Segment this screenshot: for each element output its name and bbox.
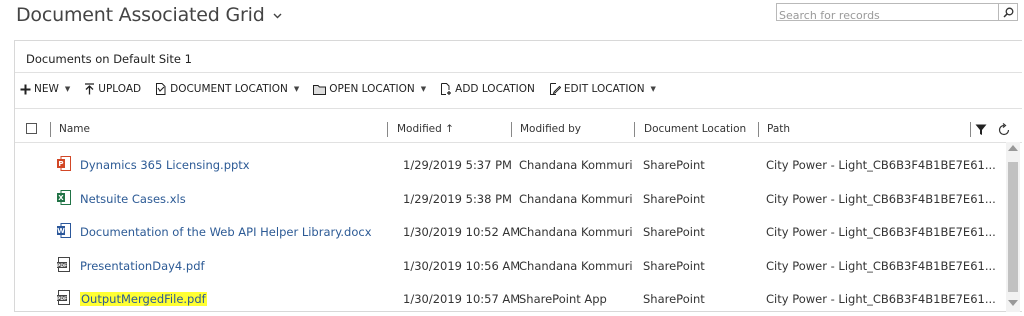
divider <box>15 72 1022 73</box>
open-location-button[interactable]: OPEN LOCATION ▼ <box>313 83 426 95</box>
upload-icon <box>84 83 95 95</box>
svg-text:W: W <box>57 227 65 235</box>
dropdown-arrow-icon: ▼ <box>420 85 427 93</box>
upload-button[interactable]: UPLOAD <box>84 83 141 95</box>
word-file-icon: W <box>57 223 71 241</box>
modified-cell: 1/29/2019 5:37 PM <box>403 158 512 172</box>
refresh-icon[interactable] <box>997 123 1011 140</box>
modified-by-cell: Chandana Kommuri <box>519 158 633 172</box>
document-location-cell: SharePoint <box>643 259 705 273</box>
dropdown-arrow-icon: ▼ <box>293 85 300 93</box>
column-divider <box>50 122 51 137</box>
file-name-link[interactable]: PresentationDay4.pdf <box>80 259 205 273</box>
column-divider[interactable] <box>634 122 635 137</box>
upload-button-label: UPLOAD <box>98 83 142 95</box>
table-row[interactable]: W Documentation of the Web API Helper Li… <box>15 214 1005 247</box>
svg-text:P: P <box>58 160 63 168</box>
select-all-checkbox[interactable] <box>26 123 37 134</box>
table-row[interactable]: PDF OutputMergedFile.pdf 1/30/2019 10:57… <box>15 281 1005 314</box>
grid-header: Name Modified ↑ Modified by Document Loc… <box>15 118 1022 142</box>
file-name-link[interactable]: OutputMergedFile.pdf <box>80 292 207 306</box>
pdf-file-icon: PDF <box>57 257 71 275</box>
document-location-cell: SharePoint <box>643 225 705 239</box>
modified-by-cell: SharePoint App <box>519 292 607 306</box>
column-header-modified[interactable]: Modified ↑ <box>397 123 454 135</box>
file-name-link[interactable]: Documentation of the Web API Helper Libr… <box>80 225 372 239</box>
scroll-up-arrow-icon[interactable] <box>1008 145 1018 151</box>
edit-location-label: EDIT LOCATION <box>563 83 645 95</box>
add-location-button[interactable]: ADD LOCATION <box>440 83 535 95</box>
command-bar: NEW ▼ UPLOAD DOCUMENT LOCATION ▼ OPEN LO… <box>20 79 670 99</box>
pdf-file-icon: PDF <box>57 290 71 308</box>
scroll-down-arrow-icon[interactable] <box>1008 300 1018 306</box>
search-icon[interactable] <box>998 4 1017 20</box>
column-header-modified-by[interactable]: Modified by <box>520 123 581 135</box>
column-header-path[interactable]: Path <box>767 123 790 135</box>
modified-cell: 1/30/2019 10:57 AM <box>403 292 521 306</box>
plus-icon <box>20 84 31 95</box>
add-document-icon <box>440 83 452 95</box>
column-header-document-location[interactable]: Document Location <box>644 123 746 135</box>
file-name-link[interactable]: Dynamics 365 Licensing.pptx <box>80 158 250 172</box>
divider <box>15 108 1022 109</box>
modified-by-cell: Chandana Kommuri <box>519 259 633 273</box>
path-cell: City Power - Light_CB6B3F4B1BE7E61... <box>766 158 996 172</box>
modified-cell: 1/29/2019 5:38 PM <box>403 192 512 206</box>
open-location-label: OPEN LOCATION <box>329 83 415 95</box>
search-box[interactable] <box>776 3 1018 23</box>
powerpoint-file-icon: P <box>57 156 71 174</box>
dropdown-arrow-icon: ▼ <box>64 85 71 93</box>
path-cell: City Power - Light_CB6B3F4B1BE7E61... <box>766 192 996 206</box>
divider <box>15 142 1022 143</box>
page-title: Document Associated Grid <box>16 4 265 26</box>
file-name-link[interactable]: Netsuite Cases.xls <box>80 192 186 206</box>
column-divider[interactable] <box>387 122 388 137</box>
search-input[interactable] <box>779 8 991 23</box>
scrollbar-thumb[interactable] <box>1008 162 1018 292</box>
svg-text:X: X <box>58 194 64 202</box>
edit-location-button[interactable]: EDIT LOCATION ▼ <box>549 83 656 95</box>
table-row[interactable]: X Netsuite Cases.xls 1/29/2019 5:38 PM C… <box>15 181 1005 214</box>
section-subtitle: Documents on Default Site 1 <box>26 52 192 66</box>
document-location-icon <box>155 83 167 95</box>
table-row[interactable]: P Dynamics 365 Licensing.pptx 1/29/2019 … <box>15 147 1005 180</box>
svg-text:PDF: PDF <box>57 263 67 269</box>
document-location-label: DOCUMENT LOCATION <box>170 83 288 95</box>
path-cell: City Power - Light_CB6B3F4B1BE7E61... <box>766 259 996 273</box>
column-divider[interactable] <box>511 122 512 137</box>
table-row[interactable]: PDF PresentationDay4.pdf 1/30/2019 10:56… <box>15 248 1005 281</box>
filter-icon[interactable] <box>975 124 987 139</box>
modified-cell: 1/30/2019 10:56 AM <box>403 259 521 273</box>
modified-by-cell: Chandana Kommuri <box>519 192 633 206</box>
folder-icon <box>313 84 327 95</box>
column-header-name[interactable]: Name <box>59 123 90 135</box>
document-location-button[interactable]: DOCUMENT LOCATION ▼ <box>155 83 299 95</box>
modified-by-cell: Chandana Kommuri <box>519 225 633 239</box>
column-divider[interactable] <box>758 122 759 137</box>
new-button[interactable]: NEW ▼ <box>20 83 70 95</box>
add-location-label: ADD LOCATION <box>455 83 535 95</box>
edit-icon <box>549 83 561 95</box>
document-location-cell: SharePoint <box>643 192 705 206</box>
svg-text:PDF: PDF <box>57 296 67 302</box>
document-location-cell: SharePoint <box>643 158 705 172</box>
path-cell: City Power - Light_CB6B3F4B1BE7E61... <box>766 225 996 239</box>
document-location-cell: SharePoint <box>643 292 705 306</box>
path-cell: City Power - Light_CB6B3F4B1BE7E61... <box>766 292 996 306</box>
new-button-label: NEW <box>34 83 59 95</box>
dropdown-arrow-icon: ▼ <box>650 85 656 93</box>
page-title-group[interactable]: Document Associated Grid <box>16 4 282 26</box>
column-divider <box>970 122 971 137</box>
chevron-down-icon[interactable] <box>273 9 282 22</box>
modified-cell: 1/30/2019 10:52 AM <box>403 225 521 239</box>
excel-file-icon: X <box>57 190 71 208</box>
